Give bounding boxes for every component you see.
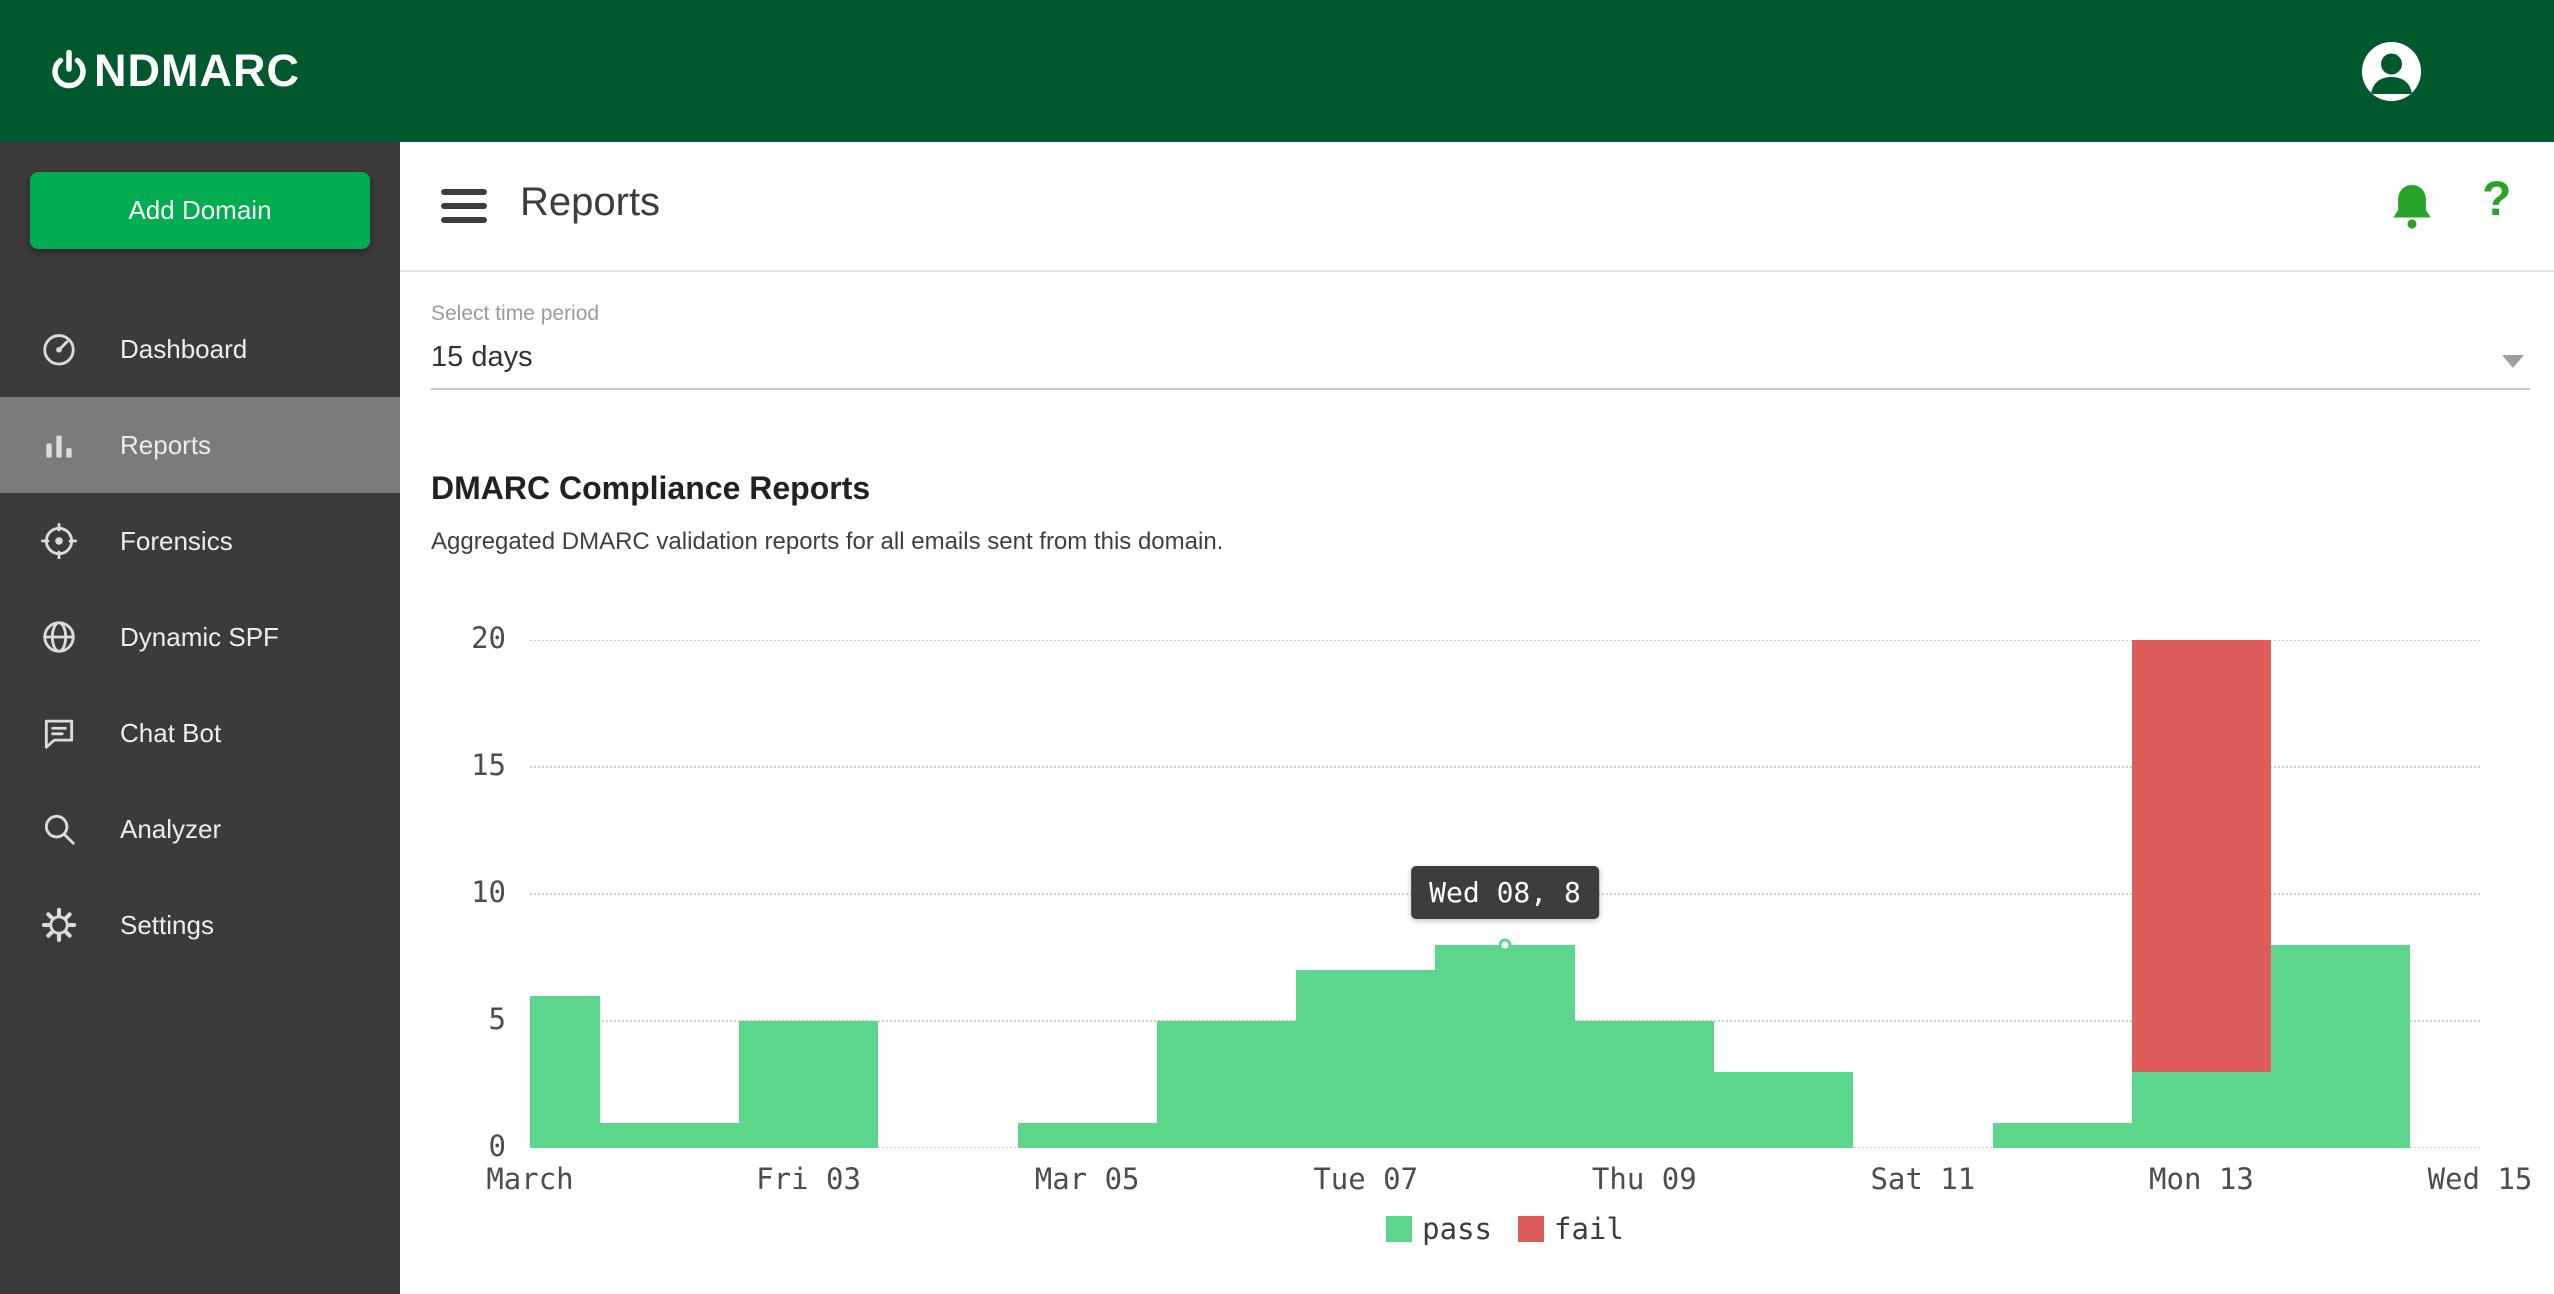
- sidebar-item-label: Dynamic SPF: [120, 622, 279, 653]
- chart-bar-pass[interactable]: [600, 1123, 739, 1148]
- chat-icon: [40, 714, 78, 752]
- sidebar-item-label: Settings: [120, 910, 214, 941]
- chart-bar-pass[interactable]: [1435, 945, 1574, 1148]
- x-tick-label: Wed 15: [2428, 1162, 2533, 1196]
- add-domain-button[interactable]: Add Domain: [30, 172, 370, 249]
- sidebar-item-label: Chat Bot: [120, 718, 221, 749]
- page-title: Reports: [520, 180, 660, 225]
- chart-bar-pass[interactable]: [1018, 1123, 1157, 1148]
- chart-x-axis: MarchFri 03Mar 05Tue 07Thu 09Sat 11Mon 1…: [530, 1162, 2480, 1202]
- person-icon: [2362, 42, 2421, 101]
- chart-y-axis: 05101520: [400, 640, 506, 1148]
- sidebar-item-reports[interactable]: Reports: [0, 397, 400, 493]
- chart-bar-pass[interactable]: [1296, 970, 1435, 1148]
- x-tick-label: March: [486, 1162, 573, 1196]
- chart-bar-pass[interactable]: [1157, 1021, 1296, 1148]
- sidebar-item-analyzer[interactable]: Analyzer: [0, 781, 400, 877]
- chart-bar-pass[interactable]: [1575, 1021, 1714, 1148]
- y-tick-label: 10: [471, 875, 506, 909]
- sidebar-item-chat-bot[interactable]: Chat Bot: [0, 685, 400, 781]
- sidebar-item-label: Analyzer: [120, 814, 221, 845]
- brand-logo: NDMARC: [46, 0, 300, 142]
- chart-marker: [1499, 938, 1512, 951]
- x-tick-label: Fri 03: [756, 1162, 861, 1196]
- x-tick-label: Mon 13: [2149, 1162, 2254, 1196]
- main-content: Reports ? Select time period 15 days DMA…: [400, 142, 2554, 1294]
- y-tick-label: 15: [471, 748, 506, 782]
- chart-bar-pass[interactable]: [530, 996, 600, 1148]
- sidebar: Add Domain Dashboard Reports: [0, 142, 400, 1294]
- sidebar-item-forensics[interactable]: Forensics: [0, 493, 400, 589]
- chevron-down-icon: [2502, 355, 2524, 368]
- y-tick-label: 0: [489, 1129, 506, 1163]
- legend-swatch: [1518, 1216, 1544, 1242]
- toolbar-divider: [400, 270, 2554, 272]
- legend-label-pass: pass: [1422, 1212, 1492, 1246]
- sidebar-menu: Dashboard Reports: [0, 301, 400, 973]
- gear-icon: [40, 906, 78, 944]
- x-tick-label: Tue 07: [1313, 1162, 1418, 1196]
- chart-bar-pass[interactable]: [2271, 945, 2410, 1148]
- globe-icon: [40, 618, 78, 656]
- chart-bar-pass[interactable]: [1714, 1072, 1853, 1148]
- y-tick-label: 20: [471, 621, 506, 655]
- brand-name: NDMARC: [94, 45, 300, 97]
- target-icon: [40, 522, 78, 560]
- legend-label-fail: fail: [1554, 1212, 1624, 1246]
- notification-bell-icon[interactable]: [2386, 178, 2438, 234]
- chart-bar-pass[interactable]: [739, 1021, 878, 1148]
- help-button[interactable]: ?: [2482, 172, 2511, 227]
- x-tick-label: Sat 11: [1870, 1162, 1975, 1196]
- compliance-chart: 05101520 MarchFri 03Mar 05Tue 07Thu 09Sa…: [530, 640, 2480, 1148]
- gauge-icon: [40, 330, 78, 368]
- section-title: DMARC Compliance Reports: [431, 470, 870, 507]
- time-period-select[interactable]: Select time period 15 days: [431, 302, 2530, 390]
- app-header: NDMARC: [0, 0, 2554, 142]
- time-period-value: 15 days: [431, 341, 2530, 374]
- x-tick-label: Thu 09: [1592, 1162, 1697, 1196]
- sidebar-item-label: Reports: [120, 430, 211, 461]
- power-o-icon: [46, 48, 92, 94]
- y-tick-label: 5: [489, 1002, 506, 1036]
- chart-legend: pass fail: [530, 1212, 2480, 1246]
- user-avatar[interactable]: [2362, 42, 2421, 101]
- bar-chart-icon: [40, 426, 78, 464]
- sidebar-item-dynamic-spf[interactable]: Dynamic SPF: [0, 589, 400, 685]
- chart-bar-pass[interactable]: [1993, 1123, 2132, 1148]
- sidebar-item-label: Forensics: [120, 526, 233, 557]
- sidebar-item-settings[interactable]: Settings: [0, 877, 400, 973]
- legend-swatch: [1386, 1216, 1412, 1242]
- chart-tooltip: Wed 08, 8: [1411, 866, 1599, 919]
- hamburger-menu-icon[interactable]: [441, 189, 487, 223]
- time-period-label: Select time period: [431, 302, 2530, 326]
- x-tick-label: Mar 05: [1035, 1162, 1140, 1196]
- section-subtitle: Aggregated DMARC validation reports for …: [431, 528, 1223, 556]
- sidebar-item-label: Dashboard: [120, 334, 247, 365]
- search-icon: [40, 810, 78, 848]
- chart-bar-fail[interactable]: [2132, 640, 2271, 1072]
- chart-bar-pass[interactable]: [2132, 1072, 2271, 1148]
- sidebar-item-dashboard[interactable]: Dashboard: [0, 301, 400, 397]
